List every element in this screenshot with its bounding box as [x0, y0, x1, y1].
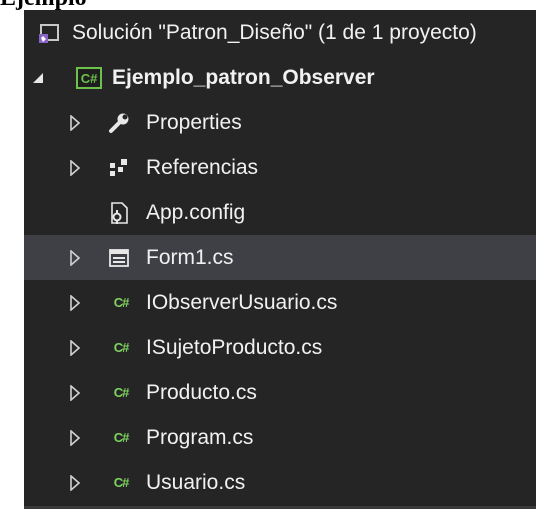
references-icon [108, 157, 130, 179]
csharp-project-icon: C# [76, 66, 102, 89]
tree-item-project[interactable]: C# Ejemplo_patron_Observer [24, 55, 536, 100]
tree-item-usuario[interactable]: C# Usuario.cs [24, 460, 536, 505]
csharp-file-icon: C# [113, 430, 130, 445]
project-label: Ejemplo_patron_Observer [112, 65, 375, 89]
app-config-label: App.config [146, 200, 246, 224]
csharp-file-icon: C# [113, 295, 130, 310]
tree-item-properties[interactable]: Properties [24, 100, 536, 145]
referencias-label: Referencias [146, 155, 259, 179]
expanded-triangle-icon[interactable] [31, 69, 45, 87]
collapsed-triangle-icon[interactable] [68, 249, 82, 267]
csharp-file-icon: C# [113, 340, 130, 355]
program-label: Program.cs [146, 425, 254, 449]
collapsed-triangle-icon[interactable] [68, 339, 82, 357]
producto-label: Producto.cs [146, 380, 257, 404]
solution-label: Solución "Patron_Diseño" (1 de 1 proyect… [72, 20, 477, 44]
collapsed-triangle-icon[interactable] [68, 384, 82, 402]
wrench-icon [108, 112, 130, 134]
page-caption: Ejemplo [0, 0, 87, 10]
usuario-label: Usuario.cs [146, 470, 246, 494]
page: Ejemplo Solución "Patron_Diseño" (1 de 1… [0, 0, 536, 529]
tree-item-iobserverusuario[interactable]: C# IObserverUsuario.cs [24, 280, 536, 325]
form1-label: Form1.cs [146, 245, 234, 269]
collapsed-triangle-icon[interactable] [68, 159, 82, 177]
csharp-file-icon: C# [113, 475, 130, 490]
iobserverusuario-label: IObserverUsuario.cs [146, 290, 338, 314]
tree-item-producto[interactable]: C# Producto.cs [24, 370, 536, 415]
svg-text:C#: C# [81, 71, 98, 86]
collapsed-triangle-icon[interactable] [68, 114, 82, 132]
collapsed-triangle-icon[interactable] [68, 474, 82, 492]
properties-label: Properties [146, 110, 242, 134]
tree-item-solution[interactable]: Solución "Patron_Diseño" (1 de 1 proyect… [24, 10, 536, 55]
solution-icon [38, 22, 60, 44]
tree-item-program[interactable]: C# Program.cs [24, 415, 536, 460]
tree-item-isujetoproducto[interactable]: C# ISujetoProducto.cs [24, 325, 536, 370]
collapsed-triangle-icon[interactable] [68, 294, 82, 312]
tree-item-referencias[interactable]: Referencias [24, 145, 536, 190]
tree-item-form1[interactable]: Form1.cs [24, 235, 536, 280]
config-file-icon [108, 201, 130, 224]
tree-item-app-config[interactable]: App.config [24, 190, 536, 235]
isujetoproducto-label: ISujetoProducto.cs [146, 335, 323, 359]
form-icon [108, 247, 130, 269]
collapsed-triangle-icon[interactable] [68, 429, 82, 447]
csharp-file-icon: C# [113, 385, 130, 400]
solution-explorer-tree: Solución "Patron_Diseño" (1 de 1 proyect… [24, 10, 536, 509]
